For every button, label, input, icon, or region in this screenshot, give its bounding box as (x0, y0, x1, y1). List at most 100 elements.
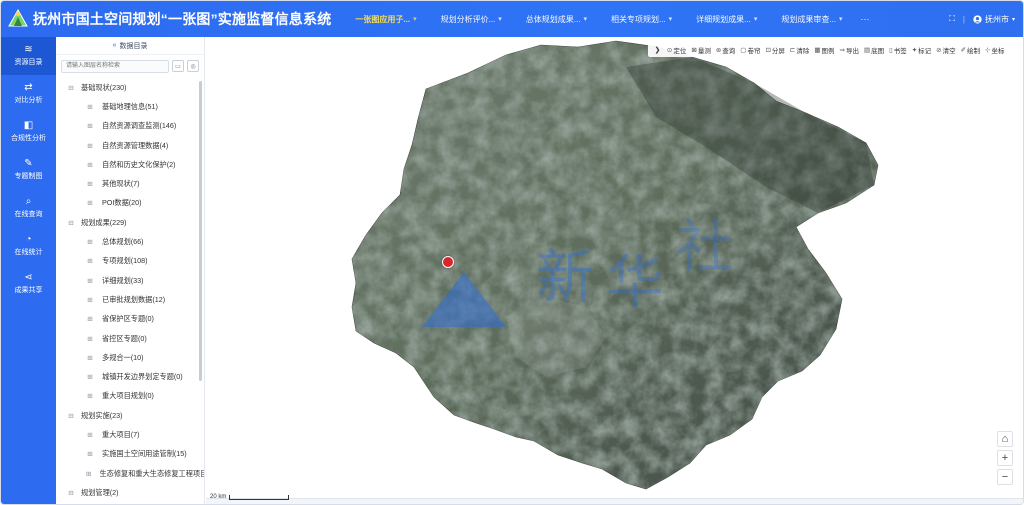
tool-10[interactable]: ✦ 标记 (912, 45, 931, 55)
tool-7[interactable]: ⇒ 导出 (840, 45, 859, 55)
chevron-down-icon[interactable]: ▾ (1012, 16, 1015, 23)
sidebar-item-2[interactable]: ◧ 合规性分析 (1, 113, 56, 151)
tree-item[interactable]: ⊞ 实施国土空间用途管制(15) (56, 445, 204, 464)
layer-checkbox-icon[interactable]: ⊞ (86, 431, 94, 439)
user-icon[interactable] (973, 14, 982, 24)
double-chevron-icon[interactable]: « (113, 42, 117, 49)
tool-2[interactable]: ⊛ 查询 (716, 45, 735, 55)
svg-text:社: 社 (676, 213, 734, 281)
sidebar-icon: ◧ (23, 120, 34, 131)
tree-item[interactable]: ⊞ 城镇开发边界划定专题(0) (56, 367, 204, 386)
nav-more-button[interactable]: ··· (855, 14, 876, 24)
tool-13[interactable]: ⊹ 坐标 (985, 45, 1004, 55)
collapse-icon[interactable]: ⊟ (67, 84, 75, 92)
sidebar-item-3[interactable]: ✎ 专题制图 (1, 151, 56, 189)
chevron-down-icon: ▾ (583, 16, 587, 23)
tool-11[interactable]: ⊘ 清空 (936, 45, 955, 55)
nav-tab-5[interactable]: 规划成果审查... ▾ (769, 1, 854, 37)
region-selector[interactable]: 抚州市 (985, 14, 1009, 25)
layer-checkbox-icon[interactable]: ⊞ (86, 199, 94, 207)
tool-6[interactable]: ▦ 图例 (814, 45, 834, 55)
tree-item[interactable]: ⊞ 省控区专题(0) (56, 329, 204, 348)
tree-label: POI数据(20) (102, 198, 142, 208)
toolbar-collapse-icon[interactable]: ❯ (655, 46, 661, 54)
location-marker[interactable] (442, 256, 454, 268)
tree-item[interactable]: ⊞ 重大项目(7) (56, 425, 204, 444)
tree-item[interactable]: ⊞ 总体规划(66) (56, 232, 204, 251)
tool-12[interactable]: ✐ 绘制 (961, 45, 980, 55)
tool-label: 图例 (821, 48, 835, 55)
tree-item[interactable]: ⊞ 自然和历史文化保护(2) (56, 155, 204, 174)
map-view[interactable]: 新 华 社 ❯ ⊙ 定位 ⊠ 量测 ⊛ 查询 ▢ 卷帘 ⊡ 分屏 ⊏ 清除 ▦ 图例 ⇒ 导出 ▤ 底图 ▯ 书签 ✦ 标… (206, 37, 1023, 504)
layer-checkbox-icon[interactable]: ⊞ (86, 335, 94, 343)
tree-item[interactable]: ⊞ 省保护区专题(0) (56, 310, 204, 329)
tree-item[interactable]: ⊞ POI数据(20) (56, 194, 204, 213)
nav-tab-1[interactable]: 规划分析评价... ▾ (429, 1, 514, 37)
layer-checkbox-icon[interactable]: ⊞ (86, 180, 94, 188)
nav-tab-4[interactable]: 详细规划成果... ▾ (684, 1, 769, 37)
top-bar: 抚州市国土空间规划“一张图”实施监督信息系统 一张图应用子... ▾ 规划分析评价.… (1, 1, 1023, 37)
layer-checkbox-icon[interactable]: ⊞ (86, 277, 94, 285)
sidebar-item-6[interactable]: ⋖ 成果共享 (1, 265, 56, 303)
tree-item[interactable]: ⊞ 生态修复和重大生态修复工程项目 (56, 464, 204, 483)
layer-checkbox-icon[interactable]: ⊞ (86, 161, 94, 169)
tree-item[interactable]: ⊞ 详细规划(33) (56, 271, 204, 290)
collapse-icon[interactable]: ⊟ (67, 489, 75, 497)
tool-4[interactable]: ⊡ 分屏 (765, 45, 784, 55)
tree-group[interactable]: ⊟ 基础现状(230) (56, 78, 204, 97)
layer-checkbox-icon[interactable]: ⊞ (86, 450, 94, 458)
chevron-down-icon: ▾ (498, 16, 502, 23)
tree-item[interactable]: ⊞ 已审批规划数据(12) (56, 290, 204, 309)
tool-1[interactable]: ⊠ 量测 (691, 45, 710, 55)
zoom-out-button[interactable]: − (997, 469, 1013, 485)
layer-search-input[interactable] (61, 59, 169, 73)
tool-icon: ⊘ (936, 47, 942, 54)
sidebar-item-1[interactable]: ⇄ 对比分析 (1, 75, 56, 113)
tree-group[interactable]: ⊟ 规划实施(23) (56, 406, 204, 425)
collapse-icon[interactable]: ⊟ (67, 412, 75, 420)
tree-item[interactable]: ⊞ 自然资源管理数据(4) (56, 136, 204, 155)
home-icon[interactable]: ⌂ (997, 431, 1013, 447)
tool-icon: ⊡ (765, 47, 771, 54)
tool-9[interactable]: ▯ 书签 (889, 45, 907, 55)
tree-item[interactable]: ⊞ 重大项目规划(0) (56, 387, 204, 406)
tool-3[interactable]: ▢ 卷帘 (740, 45, 760, 55)
tree-item[interactable]: ⊞ 自然资源调查监测(146) (56, 117, 204, 136)
filter-icon[interactable]: ▭ (172, 60, 184, 72)
panel-header: « 数据目录 (56, 37, 204, 55)
layer-checkbox-icon[interactable]: ⊞ (86, 354, 94, 362)
tool-0[interactable]: ⊙ 定位 (667, 45, 686, 55)
layer-checkbox-icon[interactable]: ⊞ (86, 142, 94, 150)
sidebar-item-4[interactable]: ⌕ 在线查询 (1, 189, 56, 227)
zoom-in-button[interactable]: + (997, 450, 1013, 466)
tree-item[interactable]: ⊞ 其他现状(7) (56, 174, 204, 193)
tree-item[interactable]: ⊞ 基础地理信息(51) (56, 97, 204, 116)
tree-item[interactable]: ⊞ 专项规划(108) (56, 252, 204, 271)
layer-checkbox-icon[interactable]: ⊞ (86, 373, 94, 381)
sidebar-item-0[interactable]: ≋ 资源目录 (1, 37, 56, 75)
tool-8[interactable]: ▤ 底图 (864, 45, 884, 55)
nav-tab-0[interactable]: 一张图应用子... ▾ (343, 1, 428, 37)
layer-checkbox-icon[interactable]: ⊞ (86, 103, 94, 111)
layer-checkbox-icon[interactable]: ⊞ (86, 122, 94, 130)
layer-checkbox-icon[interactable]: ⊞ (86, 392, 94, 400)
settings-icon[interactable]: ◎ (187, 60, 199, 72)
sidebar-item-5[interactable]: ◔ 在线统计 (1, 227, 56, 265)
nav-tab-2[interactable]: 总体规划成果... ▾ (514, 1, 599, 37)
tree-group[interactable]: ⊟ 规划成果(229) (56, 213, 204, 232)
layer-checkbox-icon[interactable]: ⊞ (86, 257, 94, 265)
tool-5[interactable]: ⊏ 清除 (790, 45, 809, 55)
panel-title: 数据目录 (119, 42, 148, 50)
layer-checkbox-icon[interactable]: ⊞ (86, 238, 94, 246)
layer-checkbox-icon[interactable]: ⊞ (86, 315, 94, 323)
fullscreen-icon[interactable]: ⛶ (949, 14, 955, 24)
scrollbar[interactable] (199, 81, 202, 381)
tree-group[interactable]: ⊟ 规划管理(2) (56, 483, 204, 500)
layer-checkbox-icon[interactable]: ⊞ (86, 296, 94, 304)
collapse-icon[interactable]: ⊟ (67, 219, 75, 227)
tree-item[interactable]: ⊞ 多规合一(10) (56, 348, 204, 367)
tree-label: 详细规划(33) (102, 275, 144, 285)
layer-checkbox-icon[interactable]: ⊞ (86, 470, 91, 478)
sidebar-item-label: 合规性分析 (11, 135, 46, 142)
nav-tab-3[interactable]: 相关专项规划... ▾ (599, 1, 684, 37)
